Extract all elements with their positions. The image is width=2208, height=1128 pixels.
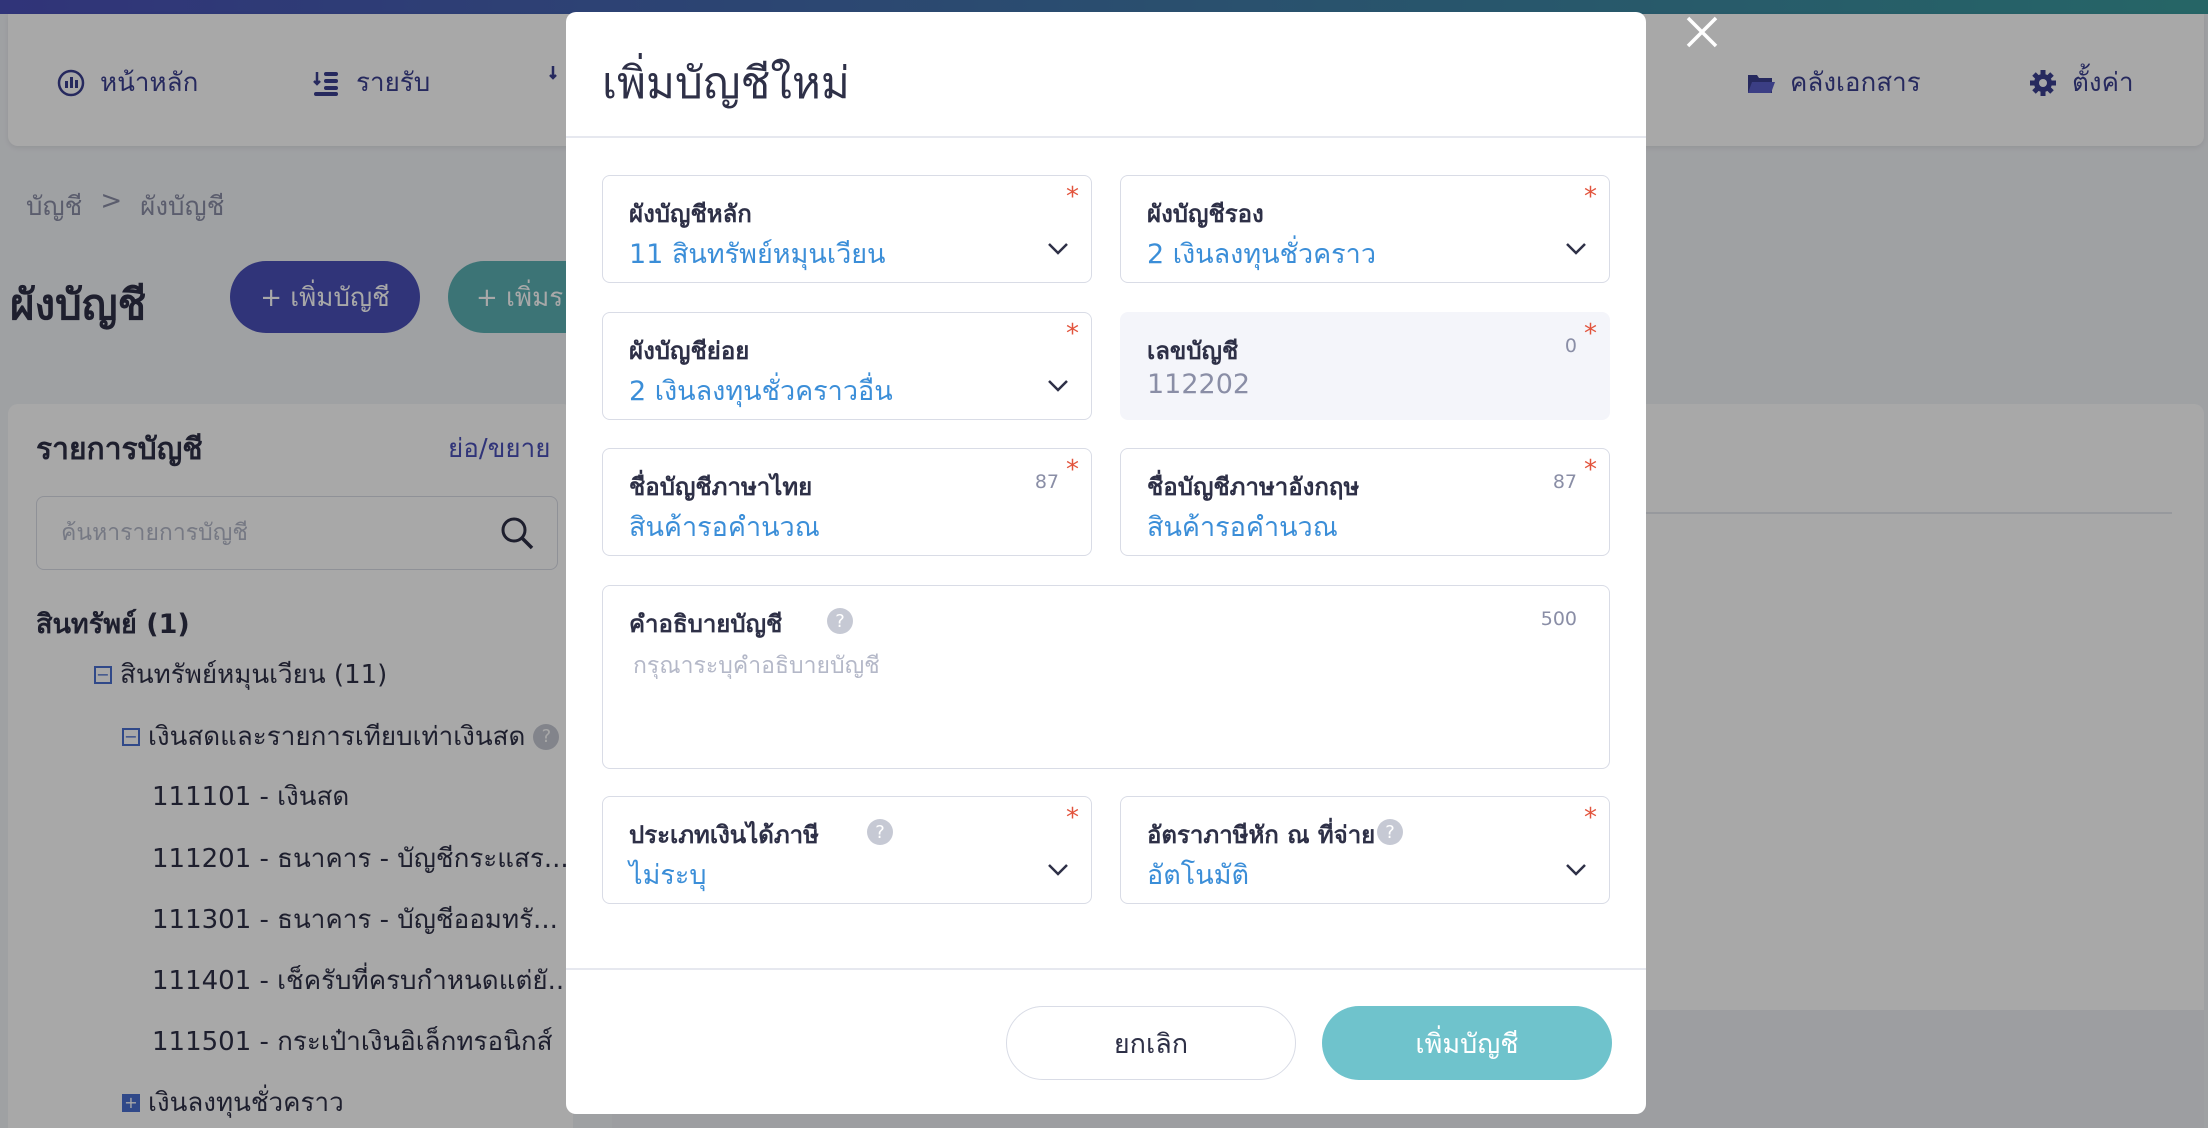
char-counter: 87 [1552,471,1577,493]
withholding-rate-select[interactable]: อัตราภาษีหัก ณ ที่จ่าย ? อัตโนมัติ * [1120,796,1610,904]
chevron-down-icon[interactable] [1565,242,1587,256]
field-label: เลขบัญชี [1147,337,1239,365]
help-icon[interactable]: ? [827,608,853,634]
field-label: ผังบัญชีรอง [1147,200,1264,228]
field-value: 2 เงินลงทุนชั่วคราว [1147,239,1376,270]
name-english-input[interactable]: ชื่อบัญชีภาษาอังกฤษ สินค้ารอคำนวณ 87 * [1120,448,1610,556]
name-thai-input[interactable]: ชื่อบัญชีภาษาไทย สินค้ารอคำนวณ 87 * [602,448,1092,556]
modal-title: เพิ่มบัญชีใหม่ [602,58,850,109]
chevron-down-icon[interactable] [1565,863,1587,877]
required-marker: * [1066,803,1079,833]
account-number-field: เลขบัญชี 112202 0 * [1120,312,1610,420]
required-marker: * [1066,182,1079,212]
chevron-down-icon[interactable] [1047,242,1069,256]
add-account-submit-button[interactable]: เพิ่มบัญชี [1322,1006,1612,1080]
required-marker: * [1584,455,1597,485]
add-account-modal: เพิ่มบัญชีใหม่ ผังบัญชีหลัก 11 สินทรัพย์… [566,12,1646,1114]
chevron-down-icon[interactable] [1047,863,1069,877]
modal-footer: ยกเลิก เพิ่มบัญชี [566,968,1646,1114]
modal-header: เพิ่มบัญชีใหม่ [566,12,1646,138]
required-marker: * [1066,319,1079,349]
char-counter: 500 [1540,608,1577,630]
field-label: ชื่อบัญชีภาษาอังกฤษ [1147,473,1360,501]
help-icon[interactable]: ? [867,819,893,845]
field-value: อัตโนมัติ [1147,860,1250,891]
close-icon[interactable] [1684,14,1720,50]
field-value: 2 เงินลงทุนชั่วคราวอื่น [629,376,893,407]
chevron-down-icon[interactable] [1047,379,1069,393]
income-type-select[interactable]: ประเภทเงินได้ภาษี ? ไม่ระบุ * [602,796,1092,904]
sub-chart-select[interactable]: ผังบัญชีรอง 2 เงินลงทุนชั่วคราว * [1120,175,1610,283]
field-label: ผังบัญชีหลัก [629,200,752,228]
field-value: สินค้ารอคำนวณ [629,512,820,543]
required-marker: * [1584,182,1597,212]
main-chart-select[interactable]: ผังบัญชีหลัก 11 สินทรัพย์หมุนเวียน * [602,175,1092,283]
help-icon[interactable]: ? [1377,819,1403,845]
field-value: สินค้ารอคำนวณ [1147,512,1338,543]
required-marker: * [1584,319,1597,349]
char-counter: 0 [1564,335,1577,357]
field-label: ผังบัญชีย่อย [629,337,750,365]
field-value: 11 สินทรัพย์หมุนเวียน [629,239,886,270]
description-textarea[interactable]: คำอธิบายบัญชี ? กรุณาระบุคำอธิบายบัญชี 5… [602,585,1610,769]
char-counter: 87 [1034,471,1059,493]
cancel-button[interactable]: ยกเลิก [1006,1006,1296,1080]
minor-chart-select[interactable]: ผังบัญชีย่อย 2 เงินลงทุนชั่วคราวอื่น * [602,312,1092,420]
required-marker: * [1066,455,1079,485]
field-value: ไม่ระบุ [629,860,707,891]
field-label: ชื่อบัญชีภาษาไทย [629,473,813,501]
field-label: ประเภทเงินได้ภาษี [629,821,819,849]
required-marker: * [1584,803,1597,833]
field-label: คำอธิบายบัญชี [629,610,783,638]
field-value: 112202 [1147,369,1251,400]
field-label: อัตราภาษีหัก ณ ที่จ่าย [1147,821,1376,849]
description-placeholder: กรุณาระบุคำอธิบายบัญชี [633,653,880,679]
